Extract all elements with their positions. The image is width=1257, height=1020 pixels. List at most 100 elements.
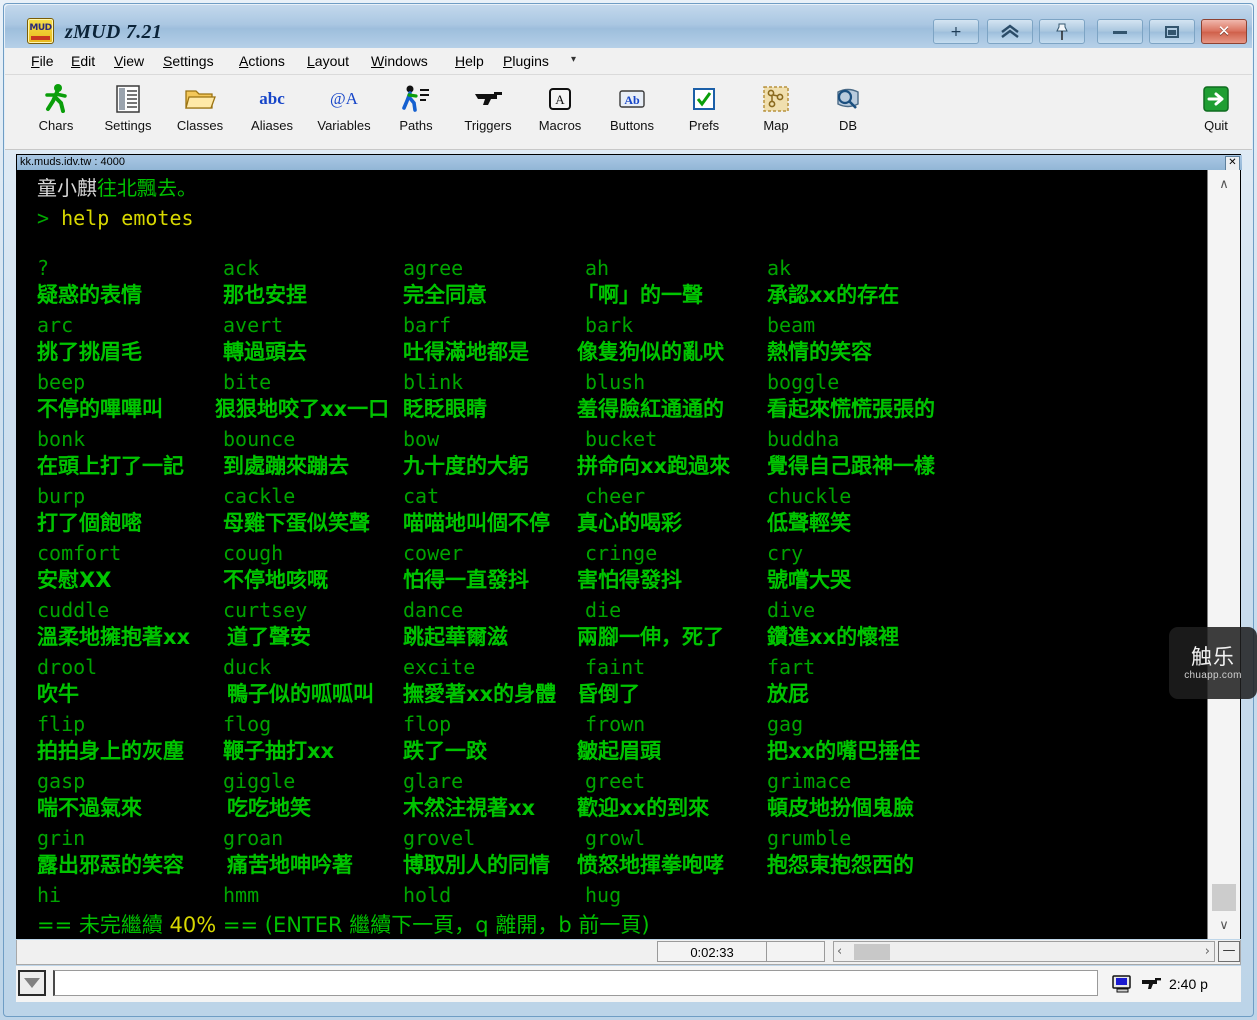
- emote-name: grimace: [767, 769, 852, 793]
- menu-item-plugins[interactable]: Plugins: [497, 52, 555, 71]
- emote-name: grumble: [767, 826, 852, 850]
- emote-description: 號嚐大哭: [767, 568, 851, 592]
- toolbar-button-buttons[interactable]: Ab Buttons: [593, 81, 671, 143]
- scroll-right-arrow-icon[interactable]: ›: [1205, 944, 1210, 959]
- toolbar-label-variables: Variables: [317, 118, 371, 133]
- horizontal-scrollbar[interactable]: ‹ ›: [833, 941, 1215, 962]
- emote-name: cower: [403, 541, 464, 565]
- emote-name: groan: [223, 826, 284, 850]
- menu-item-actions[interactable]: Actions: [233, 52, 291, 71]
- emote-name: growl: [585, 826, 646, 850]
- emote-name: bark: [585, 313, 634, 337]
- add-window-button[interactable]: +: [933, 19, 979, 44]
- emote-row: comfort cough cower cringe cry 安慰XX 不停地咳…: [37, 539, 1197, 596]
- emote-description: 抱怨東抱怨西的: [767, 853, 914, 877]
- emote-name: arc: [37, 313, 74, 337]
- emote-name: frown: [585, 712, 646, 736]
- gun-trigger-icon: [449, 81, 527, 117]
- emote-row: drool duck excite faint fart 吹牛 鴨子似的呱呱叫 …: [37, 653, 1197, 710]
- toolbar-button-macros[interactable]: A Macros: [521, 81, 599, 143]
- toolbar-button-quit[interactable]: Quit: [1177, 81, 1255, 143]
- menu-item-view[interactable]: View: [108, 52, 150, 71]
- emote-description: 完全同意: [403, 283, 487, 307]
- emote-description: 喵喵地叫個不停: [403, 511, 550, 535]
- rollup-button[interactable]: [987, 19, 1033, 44]
- emote-name: grovel: [403, 826, 476, 850]
- menu-item-layout[interactable]: Layout: [301, 52, 355, 71]
- emote-name: gasp: [37, 769, 86, 793]
- toolbar-button-paths[interactable]: Paths: [377, 81, 455, 143]
- menu-item-file[interactable]: File: [25, 52, 60, 71]
- collapse-button[interactable]: —: [1218, 941, 1240, 962]
- hscrollbar-thumb[interactable]: [854, 944, 890, 960]
- settings-list-icon: [89, 81, 167, 117]
- emote-name: hmm: [223, 883, 260, 907]
- folder-open-icon: [161, 81, 239, 117]
- toolbar-button-prefs[interactable]: Prefs: [665, 81, 743, 143]
- system-tray: 2:40 p: [1111, 968, 1239, 1000]
- emote-description: 在頭上打了一記: [37, 454, 184, 478]
- toolbar-button-variables[interactable]: @A Variables: [305, 81, 383, 143]
- window-title: zMUD 7.21: [65, 21, 163, 43]
- pager-percent: 40%: [169, 913, 217, 937]
- emote-name: beep: [37, 370, 86, 394]
- close-button[interactable]: ✕: [1201, 19, 1247, 44]
- prompt-symbol: >: [37, 206, 62, 230]
- pin-button[interactable]: [1039, 19, 1085, 44]
- emote-name: ?: [37, 256, 50, 280]
- terminal-pane: kk.muds.idv.tw : 4000 ✕ 童小麒往北飄去。 > help …: [16, 154, 1257, 939]
- gun-trigger-icon[interactable]: [1140, 977, 1162, 991]
- toolbar-label-db: DB: [838, 118, 858, 133]
- emote-name: grin: [37, 826, 86, 850]
- emote-description: 道了聲安: [227, 625, 311, 649]
- scrollbar-thumb[interactable]: [1212, 884, 1236, 911]
- emote-description: 吹牛: [37, 682, 79, 706]
- computer-connected-icon[interactable]: [1111, 974, 1133, 994]
- menu-item-settings[interactable]: Settings: [157, 52, 220, 71]
- minimize-button[interactable]: [1097, 19, 1143, 44]
- emote-name: hi: [37, 883, 62, 907]
- emote-name: cuddle: [37, 598, 110, 622]
- toolbar-button-db[interactable]: DB: [809, 81, 887, 143]
- toolbar-button-classes[interactable]: Classes: [161, 81, 239, 143]
- ab-button-icon: Ab: [593, 81, 671, 117]
- terminal-output[interactable]: 童小麒往北飄去。 > help emotes ? ack agree ah ak…: [17, 170, 1209, 939]
- scroll-left-arrow-icon[interactable]: ‹: [837, 944, 842, 959]
- line1-seg-green: 往北飄去。: [97, 176, 197, 200]
- emote-name: excite: [403, 655, 476, 679]
- toolbar-button-map[interactable]: Map: [737, 81, 815, 143]
- emote-name: dance: [403, 598, 464, 622]
- emote-description: 喘不過氣來: [37, 796, 142, 820]
- toolbar-button-aliases[interactable]: abc Aliases: [233, 81, 311, 143]
- toolbar-button-chars[interactable]: Chars: [17, 81, 95, 143]
- maximize-button[interactable]: [1149, 19, 1195, 44]
- scroll-down-arrow-icon[interactable]: ∨: [1208, 913, 1240, 937]
- command-history-dropdown-button[interactable]: [18, 970, 46, 996]
- mud-app-icon: MUD: [27, 18, 54, 44]
- menu-overflow-chevron-down-icon[interactable]: ▾: [571, 54, 576, 65]
- emote-name: boggle: [767, 370, 840, 394]
- toolbar-button-triggers[interactable]: Triggers: [449, 81, 527, 143]
- emote-description: 木然注視著xx: [403, 796, 536, 820]
- emote-row: gasp giggle glare greet grimace 喘不過氣來 吃吃…: [37, 767, 1197, 824]
- status-bar: 0:02:33 ‹ › —: [16, 940, 1241, 965]
- command-input[interactable]: [53, 970, 1098, 996]
- emote-description: 拍拍身上的灰塵: [37, 739, 184, 763]
- emote-name: greet: [585, 769, 646, 793]
- title-bar: MUD zMUD 7.21 + ✕: [5, 5, 1252, 48]
- emote-name: hold: [403, 883, 452, 907]
- emote-name: beam: [767, 313, 816, 337]
- terminal-vertical-scrollbar[interactable]: ∧ ∨: [1207, 170, 1240, 939]
- menu-item-windows[interactable]: Windows: [365, 52, 434, 71]
- toolbar-label-paths: Paths: [399, 118, 433, 133]
- menu-item-help[interactable]: Help: [449, 52, 490, 71]
- toolbar-button-settings[interactable]: Settings: [89, 81, 167, 143]
- terminal-close-icon[interactable]: ✕: [1225, 156, 1240, 171]
- emote-description: 拼命向xx跑過來: [577, 454, 731, 478]
- emote-row: flip flog flop frown gag 拍拍身上的灰塵 鞭子抽打xx …: [37, 710, 1197, 767]
- scroll-up-arrow-icon[interactable]: ∧: [1208, 172, 1240, 196]
- emote-description: 那也安捏: [223, 283, 307, 307]
- menu-bar: File Edit View Settings Actions Layout W…: [5, 48, 1252, 75]
- menu-item-edit[interactable]: Edit: [65, 52, 101, 71]
- terminal-host-label: kk.muds.idv.tw : 4000: [20, 156, 125, 168]
